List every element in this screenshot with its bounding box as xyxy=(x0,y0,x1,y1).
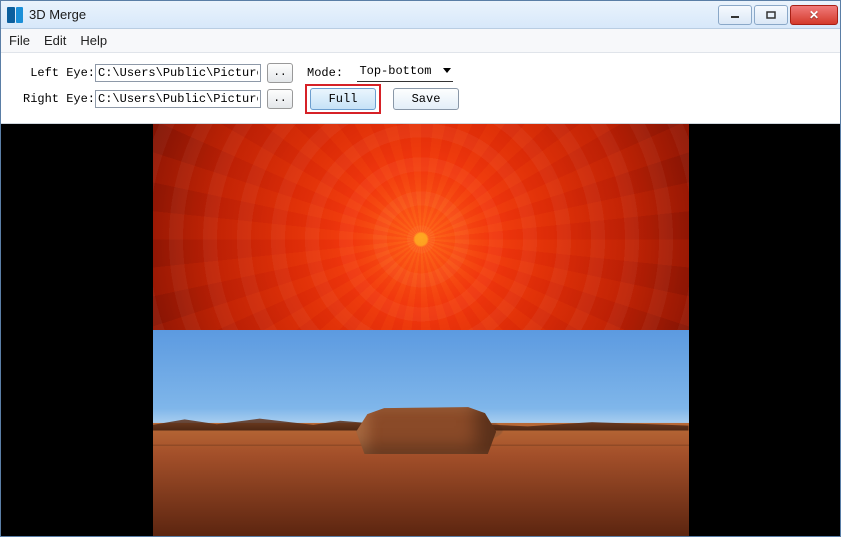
save-button[interactable]: Save xyxy=(393,88,459,110)
app-icon xyxy=(7,7,23,23)
menubar: File Edit Help xyxy=(1,29,840,53)
preview-area xyxy=(1,124,840,536)
preview-bottom-image xyxy=(153,330,689,536)
menu-help[interactable]: Help xyxy=(80,33,107,48)
close-button[interactable]: ✕ xyxy=(790,5,838,25)
preview-top-image xyxy=(153,124,689,330)
minimize-button[interactable] xyxy=(718,5,752,25)
app-window: 3D Merge ✕ File Edit Help Left Eye: .. M… xyxy=(0,0,841,537)
window-title: 3D Merge xyxy=(29,7,716,22)
window-controls: ✕ xyxy=(716,5,838,25)
mode-select[interactable]: Top-bottom xyxy=(357,64,453,82)
left-eye-row: Left Eye: .. Mode: Top-bottom xyxy=(23,61,826,85)
left-eye-label: Left Eye: xyxy=(23,66,95,80)
full-button-highlight: Full xyxy=(305,84,381,114)
left-eye-browse-button[interactable]: .. xyxy=(267,63,293,83)
right-eye-label: Right Eye: xyxy=(23,92,95,106)
mode-value: Top-bottom xyxy=(357,64,453,82)
mode-label: Mode: xyxy=(307,66,357,80)
right-eye-browse-button[interactable]: .. xyxy=(267,89,293,109)
toolbar: Left Eye: .. Mode: Top-bottom Right Eye:… xyxy=(1,53,840,124)
right-eye-row: Right Eye: .. Full Save xyxy=(23,87,826,111)
maximize-button[interactable] xyxy=(754,5,788,25)
preview-stack xyxy=(153,124,689,536)
menu-edit[interactable]: Edit xyxy=(44,33,66,48)
left-eye-input[interactable] xyxy=(95,64,261,82)
titlebar: 3D Merge ✕ xyxy=(1,1,840,29)
full-button[interactable]: Full xyxy=(310,88,376,110)
menu-file[interactable]: File xyxy=(9,33,30,48)
right-eye-input[interactable] xyxy=(95,90,261,108)
